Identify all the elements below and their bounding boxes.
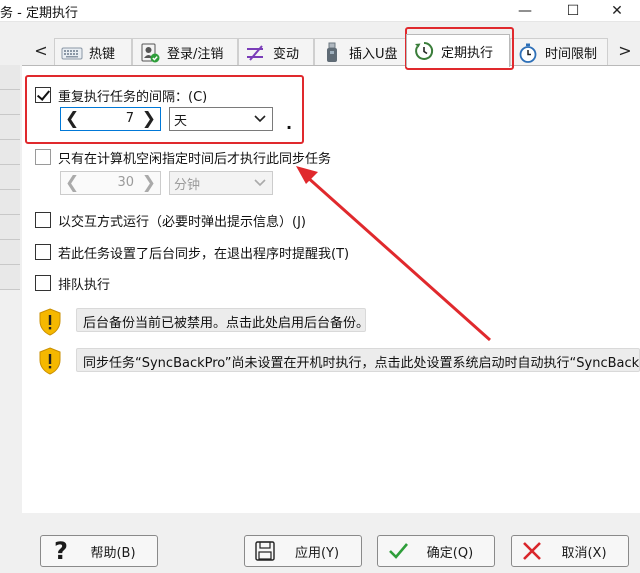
ok-button-label: 确定(Q) [426, 545, 474, 561]
ok-button[interactable]: 确定(Q) [377, 535, 495, 567]
save-icon [251, 537, 279, 565]
apply-button[interactable]: 应用(Y) [244, 535, 362, 567]
checkmark-icon [384, 537, 412, 565]
cross-icon [518, 537, 546, 565]
question-icon: ? [54, 537, 68, 565]
tab-scheduled[interactable]: 定期执行 [406, 34, 510, 67]
help-button[interactable]: ? 帮助(B) [40, 535, 158, 567]
cancel-button-label: 取消(X) [561, 545, 607, 561]
tab-label: 定期执行 [441, 45, 494, 61]
help-button-label: 帮助(B) [90, 545, 136, 561]
annotation-arrow [296, 166, 491, 342]
apply-button-label: 应用(Y) [294, 545, 340, 561]
cancel-button[interactable]: 取消(X) [511, 535, 629, 567]
refresh-clock-icon [413, 40, 435, 62]
